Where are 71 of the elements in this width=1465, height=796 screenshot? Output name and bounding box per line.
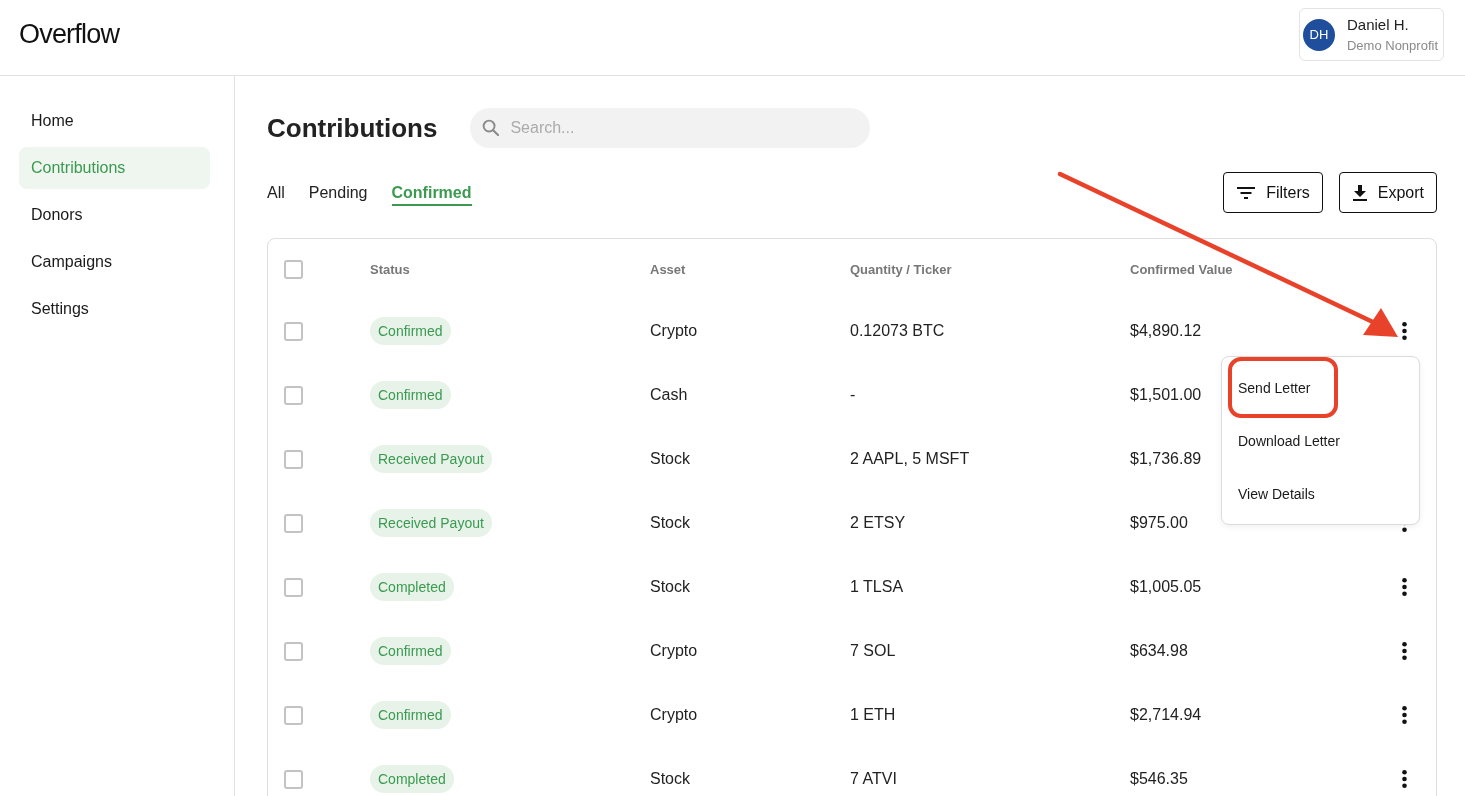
table-cell: $4,890.12 (1130, 322, 1202, 340)
filter-icon (1237, 186, 1256, 199)
row-checkbox[interactable] (284, 449, 303, 469)
logo[interactable]: Overflow (19, 19, 120, 50)
row-checkbox[interactable] (284, 385, 303, 405)
row-checkbox[interactable] (284, 705, 303, 725)
table-cell: Cash (650, 386, 688, 404)
export-button[interactable]: Export (1338, 172, 1437, 213)
filters-button[interactable]: Filters (1223, 172, 1323, 213)
status-pill: Confirmed (370, 637, 451, 665)
search-field[interactable]: Search... (470, 108, 871, 148)
table-cell: Stock (650, 450, 690, 468)
table-cell: Crypto (650, 642, 698, 660)
row-checkbox[interactable] (284, 321, 303, 341)
sidebar-item[interactable]: Campaigns (19, 241, 210, 283)
more-options-icon[interactable] (1401, 770, 1407, 788)
table-cell: $1,736.89 (1130, 450, 1202, 468)
menu-item[interactable]: Send Letter (1228, 357, 1339, 418)
table-cell: $634.98 (1130, 642, 1188, 660)
table-cell: Crypto (650, 322, 698, 340)
avatar: DH (1302, 18, 1335, 51)
table-cell: - (850, 386, 856, 404)
more-options-icon[interactable] (1401, 578, 1407, 596)
menu-item[interactable]: View Details (1228, 467, 1343, 520)
sidebar-item[interactable]: Settings (19, 288, 210, 330)
table-cell: 1 TLSA (850, 578, 904, 596)
table-cell: 7 ATVI (850, 770, 897, 788)
download-icon (1352, 184, 1367, 201)
column-header: Status (370, 261, 410, 277)
table-cell: Stock (650, 514, 690, 532)
status-pill: Completed (370, 765, 454, 793)
table-cell: $2,714.94 (1130, 706, 1202, 724)
select-all-checkbox[interactable] (284, 259, 303, 279)
table-cell: $1,005.05 (1130, 578, 1202, 596)
table-cell: $1,501.00 (1130, 386, 1202, 404)
column-header: Asset (650, 261, 686, 277)
organization-name: Demo Nonprofit (1346, 38, 1438, 53)
status-pill: Received Payout (370, 509, 492, 537)
table-cell: 1 ETH (850, 706, 896, 724)
table-cell: 2 ETSY (850, 514, 906, 532)
tab[interactable]: Confirmed (391, 183, 472, 206)
account-switcher[interactable]: DH Daniel H. Demo Nonprofit (1298, 8, 1444, 61)
page-title: Contributions (267, 112, 438, 144)
user-name: Daniel H. (1346, 16, 1410, 33)
table-cell: Crypto (650, 706, 698, 724)
tab[interactable]: Pending (308, 183, 368, 206)
sidebar-item[interactable]: Donors (19, 194, 210, 236)
table-cell: 0.12073 BTC (850, 322, 945, 340)
table-cell: 7 SOL (850, 642, 896, 660)
row-checkbox[interactable] (284, 641, 303, 661)
more-options-icon[interactable] (1401, 706, 1407, 724)
table-cell: Stock (650, 770, 690, 788)
table-cell: $546.35 (1130, 770, 1188, 788)
status-pill: Completed (370, 573, 454, 601)
row-checkbox[interactable] (284, 769, 303, 789)
table-cell: Stock (650, 578, 690, 596)
status-pill: Confirmed (370, 701, 451, 729)
status-pill: Confirmed (370, 381, 451, 409)
sidebar-item[interactable]: Home (19, 100, 210, 142)
row-checkbox[interactable] (284, 513, 303, 533)
row-checkbox[interactable] (284, 577, 303, 597)
status-pill: Received Payout (370, 445, 492, 473)
column-header: Confirmed Value (1130, 261, 1233, 277)
search-icon (482, 119, 500, 136)
table-cell: $975.00 (1130, 514, 1188, 532)
more-options-icon[interactable] (1401, 642, 1407, 660)
table-cell: 2 AAPL, 5 MSFT (850, 450, 970, 468)
status-pill: Confirmed (370, 317, 451, 345)
column-header: Quantity / Ticker (850, 261, 952, 277)
tab[interactable]: All (267, 183, 285, 206)
more-options-icon[interactable] (1401, 322, 1407, 340)
